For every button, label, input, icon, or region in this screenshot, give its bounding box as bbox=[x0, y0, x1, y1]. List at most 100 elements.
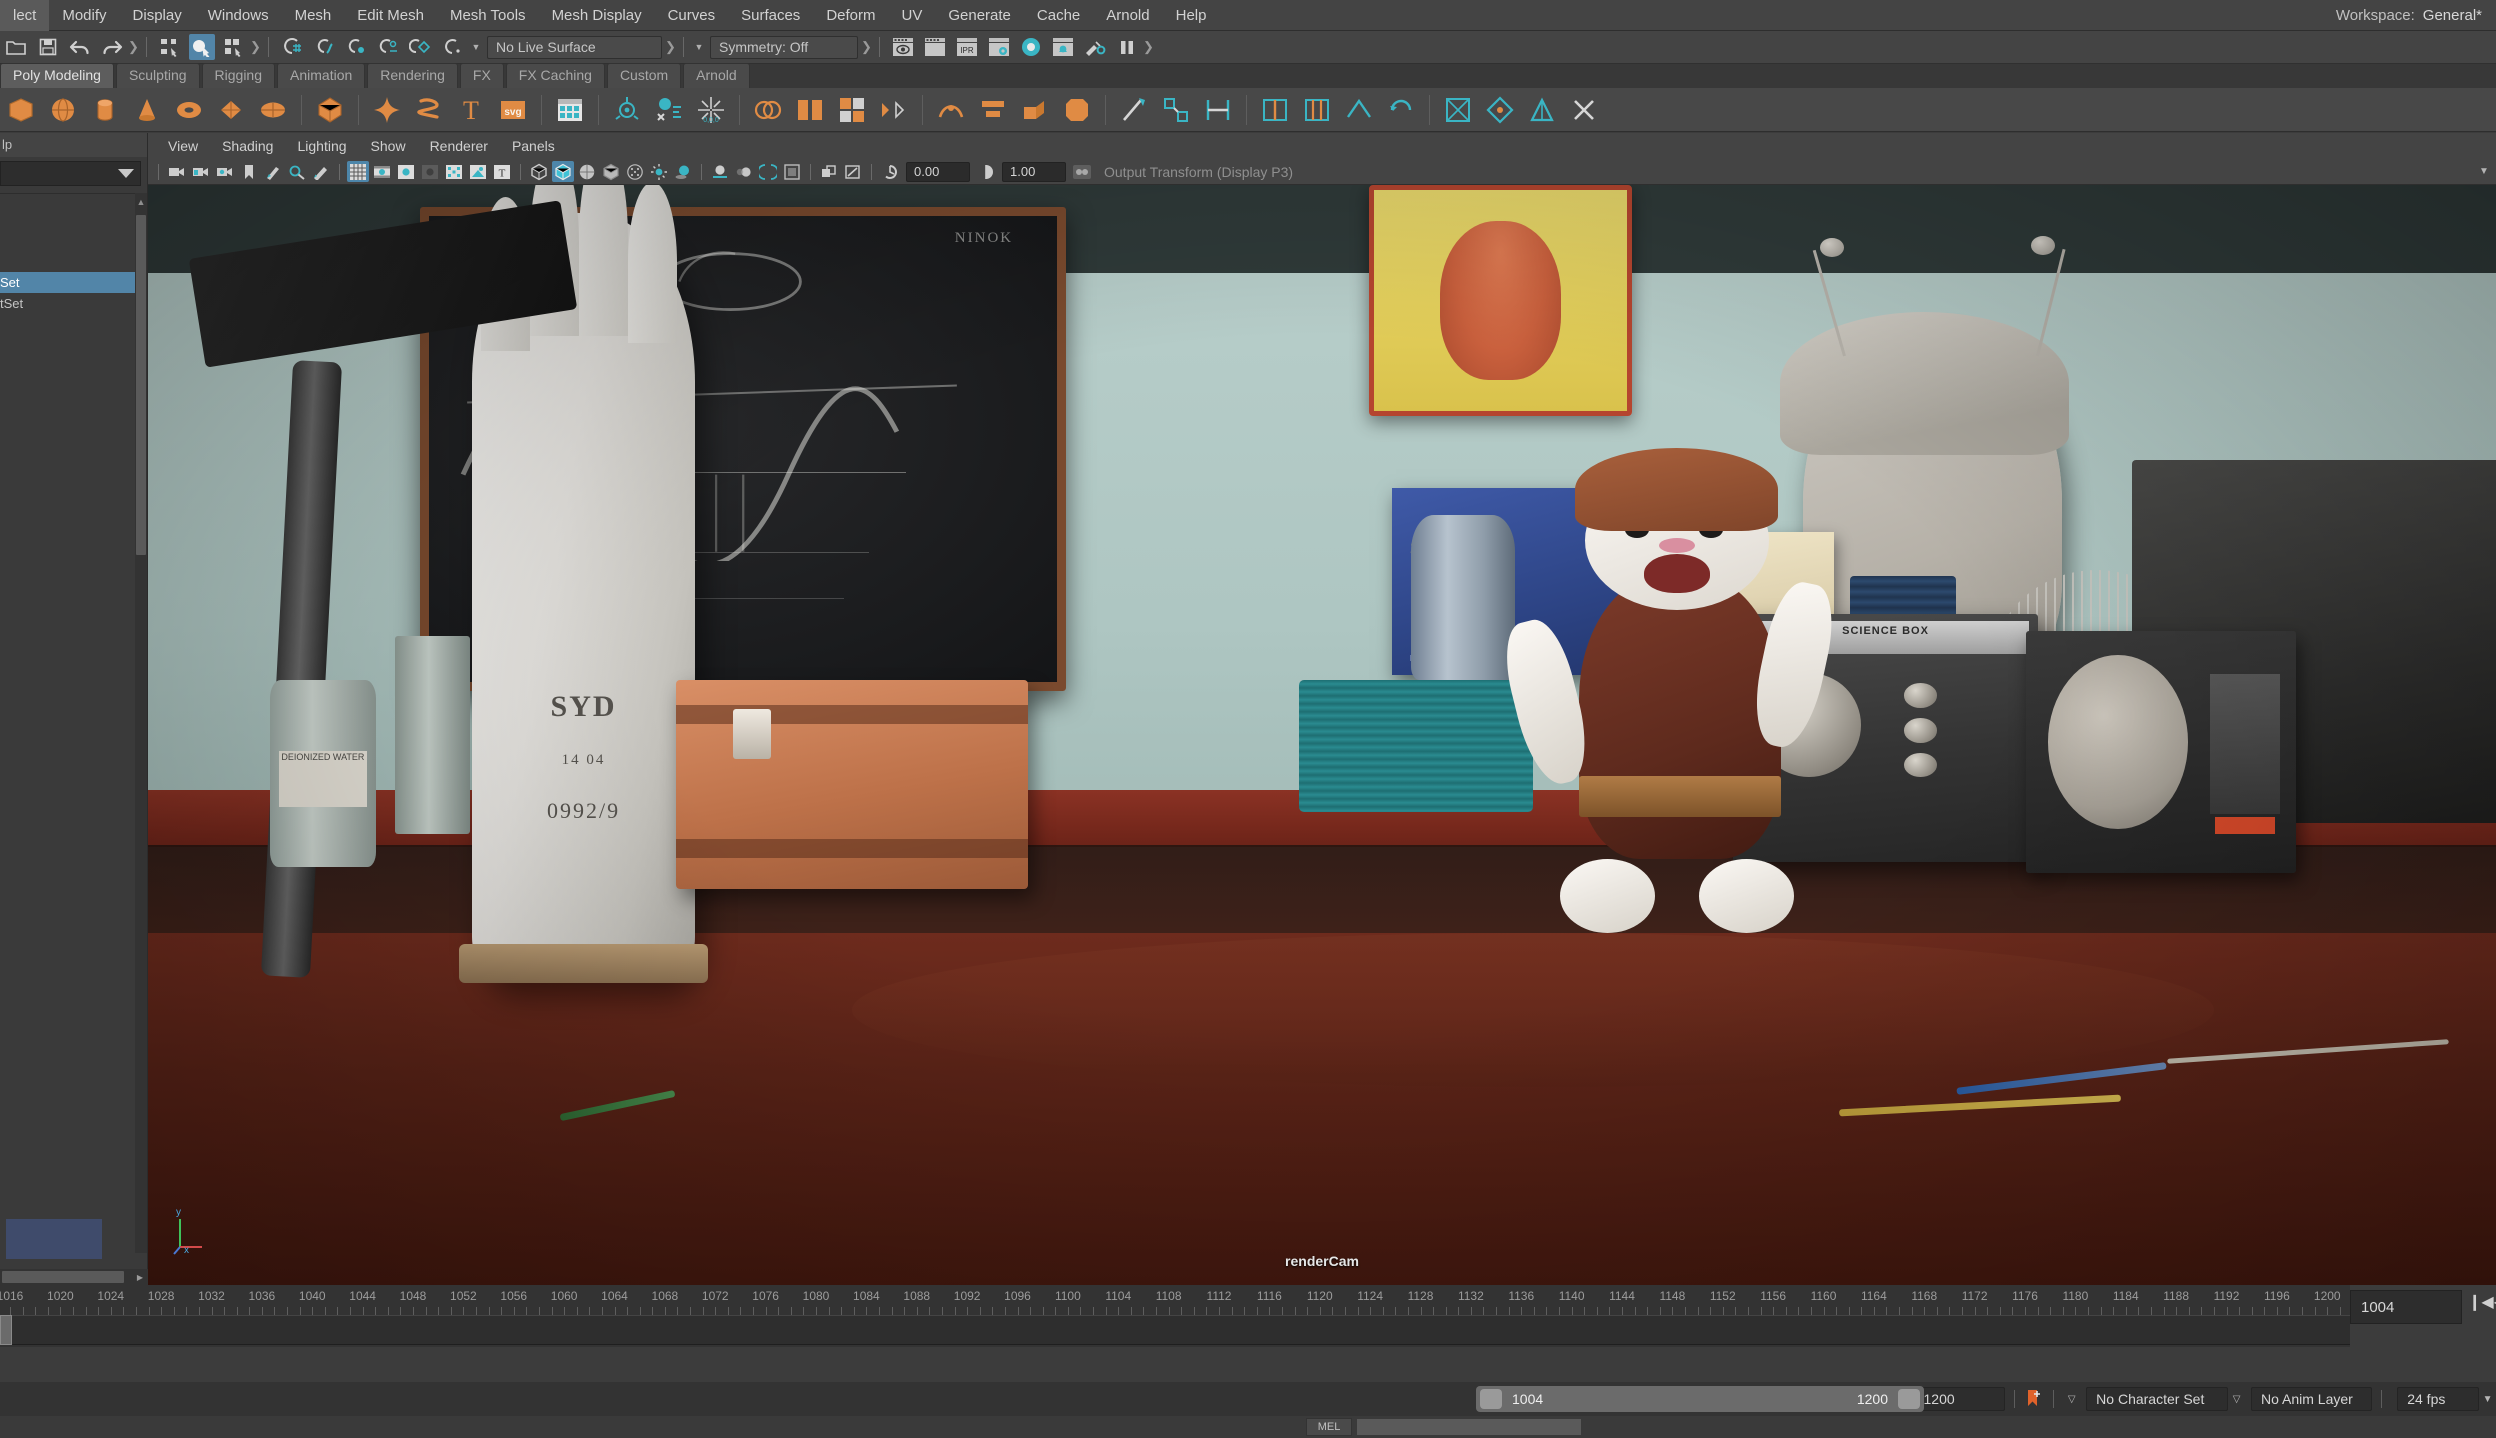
image-plane-icon[interactable] bbox=[262, 161, 284, 182]
poly-platonic-icon[interactable] bbox=[313, 93, 347, 127]
scene-end-field[interactable]: 1200 bbox=[1914, 1387, 2005, 1411]
workspace-selector[interactable]: General* bbox=[2423, 7, 2496, 24]
render-setup-icon[interactable] bbox=[1082, 34, 1108, 60]
booleans-icon[interactable] bbox=[835, 93, 869, 127]
statusline-collapse-4[interactable]: ❯ bbox=[861, 35, 872, 59]
shaded-wireframe-icon[interactable] bbox=[576, 161, 598, 182]
lock-camera-icon[interactable] bbox=[190, 161, 212, 182]
bookmark-icon[interactable] bbox=[238, 161, 260, 182]
color-transform-field[interactable]: Output Transform (Display P3) bbox=[1094, 162, 2472, 182]
statusline-collapse-3[interactable]: ❯ bbox=[665, 35, 676, 59]
shelf-tab-fx-caching[interactable]: FX Caching bbox=[506, 63, 605, 88]
spin-edge-icon[interactable] bbox=[1384, 93, 1418, 127]
poly-cube-icon[interactable] bbox=[4, 93, 38, 127]
menu-item-generate[interactable]: Generate bbox=[935, 0, 1024, 31]
auto-keyframe-icon[interactable] bbox=[2024, 1387, 2045, 1411]
command-language-button[interactable]: MEL bbox=[1306, 1418, 1352, 1436]
crease-icon[interactable] bbox=[1342, 93, 1376, 127]
poly-disc-icon[interactable] bbox=[256, 93, 290, 127]
hypershade-icon[interactable] bbox=[1018, 34, 1044, 60]
character-set-field[interactable]: No Character Set bbox=[2086, 1387, 2228, 1411]
combine-icon[interactable] bbox=[751, 93, 785, 127]
shadows-icon[interactable] bbox=[672, 161, 694, 182]
smooth-shade-icon[interactable] bbox=[552, 161, 574, 182]
center-pivot-icon[interactable]: 0,0,0 bbox=[694, 93, 728, 127]
outliner-search-dropdown-icon[interactable] bbox=[118, 169, 134, 178]
live-surface-field[interactable]: No Live Surface bbox=[487, 36, 662, 59]
insert-edge-loop-icon[interactable] bbox=[1258, 93, 1292, 127]
reduce-icon[interactable] bbox=[976, 93, 1010, 127]
snap-together-icon[interactable] bbox=[652, 93, 686, 127]
outliner-vertical-scrollbar[interactable]: ▲ bbox=[135, 193, 147, 1253]
range-end-handle[interactable] bbox=[1898, 1389, 1920, 1409]
wireframe-icon[interactable] bbox=[528, 161, 550, 182]
anim-layer-dropdown-icon[interactable]: ▽ bbox=[2228, 1394, 2245, 1405]
gamma-value-field[interactable]: 1.00 bbox=[1002, 162, 1066, 182]
shelf-tab-fx[interactable]: FX bbox=[460, 63, 504, 88]
current-frame-field[interactable]: 1004 bbox=[2350, 1290, 2462, 1324]
multisample-icon[interactable] bbox=[757, 161, 779, 182]
ipr-render-icon[interactable]: IPR bbox=[954, 34, 980, 60]
menu-item-uv[interactable]: UV bbox=[889, 0, 936, 31]
menu-item-cache[interactable]: Cache bbox=[1024, 0, 1093, 31]
time-slider-track[interactable] bbox=[0, 1315, 2350, 1345]
save-scene-icon[interactable] bbox=[35, 34, 61, 60]
viewport-3d-canvas[interactable]: NINOK bbox=[148, 185, 2496, 1285]
shelf-tab-arnold[interactable]: Arnold bbox=[683, 63, 749, 88]
poly-torus-icon[interactable] bbox=[172, 93, 206, 127]
shelf-tab-rendering[interactable]: Rendering bbox=[367, 63, 458, 88]
poly-soft-icon[interactable] bbox=[370, 93, 404, 127]
menu-item-select[interactable]: lect bbox=[0, 0, 49, 31]
menu-item-modify[interactable]: Modify bbox=[49, 0, 119, 31]
time-slider[interactable]: 1016102010241028103210361040104410481052… bbox=[0, 1285, 2350, 1347]
pause-viewport-icon[interactable] bbox=[1114, 34, 1140, 60]
command-input-field[interactable] bbox=[1356, 1418, 1582, 1436]
isolate-select-icon[interactable] bbox=[781, 161, 803, 182]
character-set-dropdown-icon[interactable]: ▽ bbox=[2063, 1394, 2080, 1405]
menu-item-display[interactable]: Display bbox=[120, 0, 195, 31]
fps-field[interactable]: 24 fps bbox=[2397, 1387, 2479, 1411]
outliner-item-set[interactable]: Set bbox=[0, 272, 135, 293]
shelf-tab-custom[interactable]: Custom bbox=[607, 63, 681, 88]
symmetry-field[interactable]: Symmetry: Off bbox=[710, 36, 858, 59]
xray-icon[interactable] bbox=[443, 161, 465, 182]
gate-mask-icon[interactable] bbox=[419, 161, 441, 182]
triangulate-icon[interactable] bbox=[1525, 93, 1559, 127]
outliner-item-tset[interactable]: tSet bbox=[0, 293, 135, 314]
poly-sphere-icon[interactable] bbox=[46, 93, 80, 127]
menu-item-surfaces[interactable]: Surfaces bbox=[728, 0, 813, 31]
snap-to-projected-center-icon[interactable] bbox=[375, 34, 401, 60]
poly-svg-icon[interactable]: svg bbox=[496, 93, 530, 127]
exposure-dial-icon[interactable] bbox=[879, 161, 901, 182]
smooth-icon[interactable] bbox=[934, 93, 968, 127]
go-to-start-icon[interactable]: ❙◀◀ bbox=[2468, 1292, 2496, 1312]
statusline-collapse-1[interactable]: ❯ bbox=[128, 35, 139, 59]
xray-joints-icon[interactable] bbox=[467, 161, 489, 182]
menu-item-mesh-tools[interactable]: Mesh Tools bbox=[437, 0, 539, 31]
symmetry-dropdown-arrow[interactable]: ▼ bbox=[691, 37, 707, 57]
poke-icon[interactable] bbox=[1441, 93, 1475, 127]
statusline-collapse-5[interactable]: ❯ bbox=[1143, 35, 1154, 59]
viewport-menu-show[interactable]: Show bbox=[359, 133, 418, 159]
motion-blur-icon[interactable] bbox=[733, 161, 755, 182]
outliner-menu-bar[interactable]: lp bbox=[0, 133, 147, 157]
select-object-icon[interactable] bbox=[189, 34, 215, 60]
undo-icon[interactable] bbox=[67, 34, 93, 60]
snap-dropdown-arrow[interactable]: ▼ bbox=[468, 37, 484, 57]
select-hierarchy-icon[interactable] bbox=[157, 34, 183, 60]
outliner-hscroll-thumb[interactable] bbox=[2, 1271, 124, 1283]
select-camera-icon[interactable] bbox=[166, 161, 188, 182]
viewport-menu-view[interactable]: View bbox=[156, 133, 210, 159]
exposure-value-field[interactable]: 0.00 bbox=[906, 162, 970, 182]
menu-item-windows[interactable]: Windows bbox=[195, 0, 282, 31]
lighting-icon[interactable] bbox=[648, 161, 670, 182]
open-scene-icon[interactable] bbox=[3, 34, 29, 60]
shelf-tab-poly-modeling[interactable]: Poly Modeling bbox=[0, 63, 114, 88]
poly-cylinder-icon[interactable] bbox=[88, 93, 122, 127]
menu-item-mesh-display[interactable]: Mesh Display bbox=[539, 0, 655, 31]
select-component-icon[interactable] bbox=[221, 34, 247, 60]
render-sequence-icon[interactable] bbox=[922, 34, 948, 60]
time-slider-playhead[interactable] bbox=[0, 1315, 12, 1345]
menu-item-mesh[interactable]: Mesh bbox=[282, 0, 345, 31]
poly-type-icon[interactable]: T bbox=[454, 93, 488, 127]
